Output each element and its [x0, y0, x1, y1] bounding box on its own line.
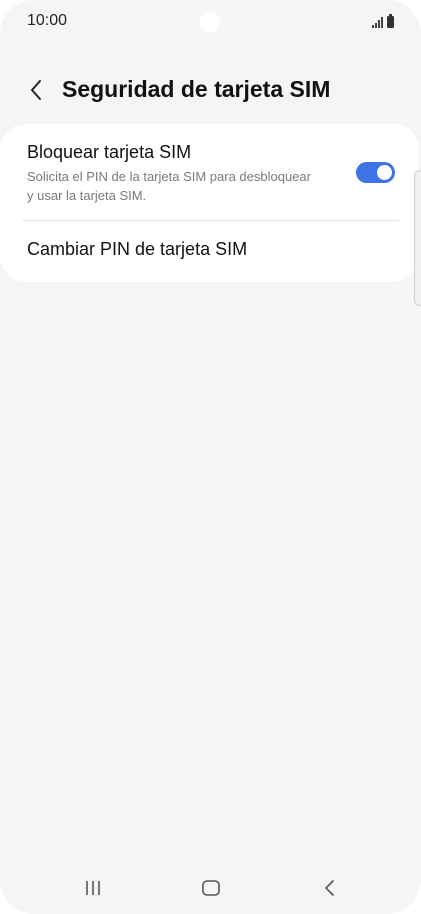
header: Seguridad de tarjeta SIM: [0, 68, 421, 112]
settings-card: Bloquear tarjeta SIM Solicita el PIN de …: [0, 124, 419, 282]
toggle-knob: [377, 165, 392, 180]
camera-cutout: [200, 12, 220, 32]
change-pin-title: Cambiar PIN de tarjeta SIM: [27, 239, 248, 259]
recent-apps-button[interactable]: [68, 866, 118, 910]
nav-back-button[interactable]: [305, 866, 355, 910]
status-icons: [372, 14, 394, 28]
back-button[interactable]: [22, 74, 50, 106]
chevron-left-icon: [31, 80, 41, 100]
status-time: 10:00: [27, 12, 68, 29]
home-button[interactable]: [186, 866, 236, 910]
battery-icon: [387, 14, 394, 28]
page-title: Seguridad de tarjeta SIM: [62, 76, 331, 102]
recent-apps-icon: [86, 881, 100, 895]
back-icon: [325, 880, 334, 896]
phone-screen: 10:00 Seguridad de tarjeta SIM Bloquear …: [0, 0, 421, 914]
lock-sim-toggle[interactable]: [356, 162, 395, 183]
status-bar: 10:00: [0, 0, 421, 46]
lock-sim-title: Bloquear tarjeta SIM: [27, 142, 192, 162]
lock-sim-row[interactable]: Bloquear tarjeta SIM Solicita el PIN de …: [0, 124, 419, 220]
change-pin-row[interactable]: Cambiar PIN de tarjeta SIM: [0, 221, 419, 282]
signal-icon: [372, 16, 383, 28]
scroll-indicator[interactable]: [414, 170, 421, 306]
home-icon: [202, 880, 220, 896]
nav-bar: [0, 866, 421, 910]
lock-sim-description: Solicita el PIN de la tarjeta SIM para d…: [27, 169, 311, 203]
